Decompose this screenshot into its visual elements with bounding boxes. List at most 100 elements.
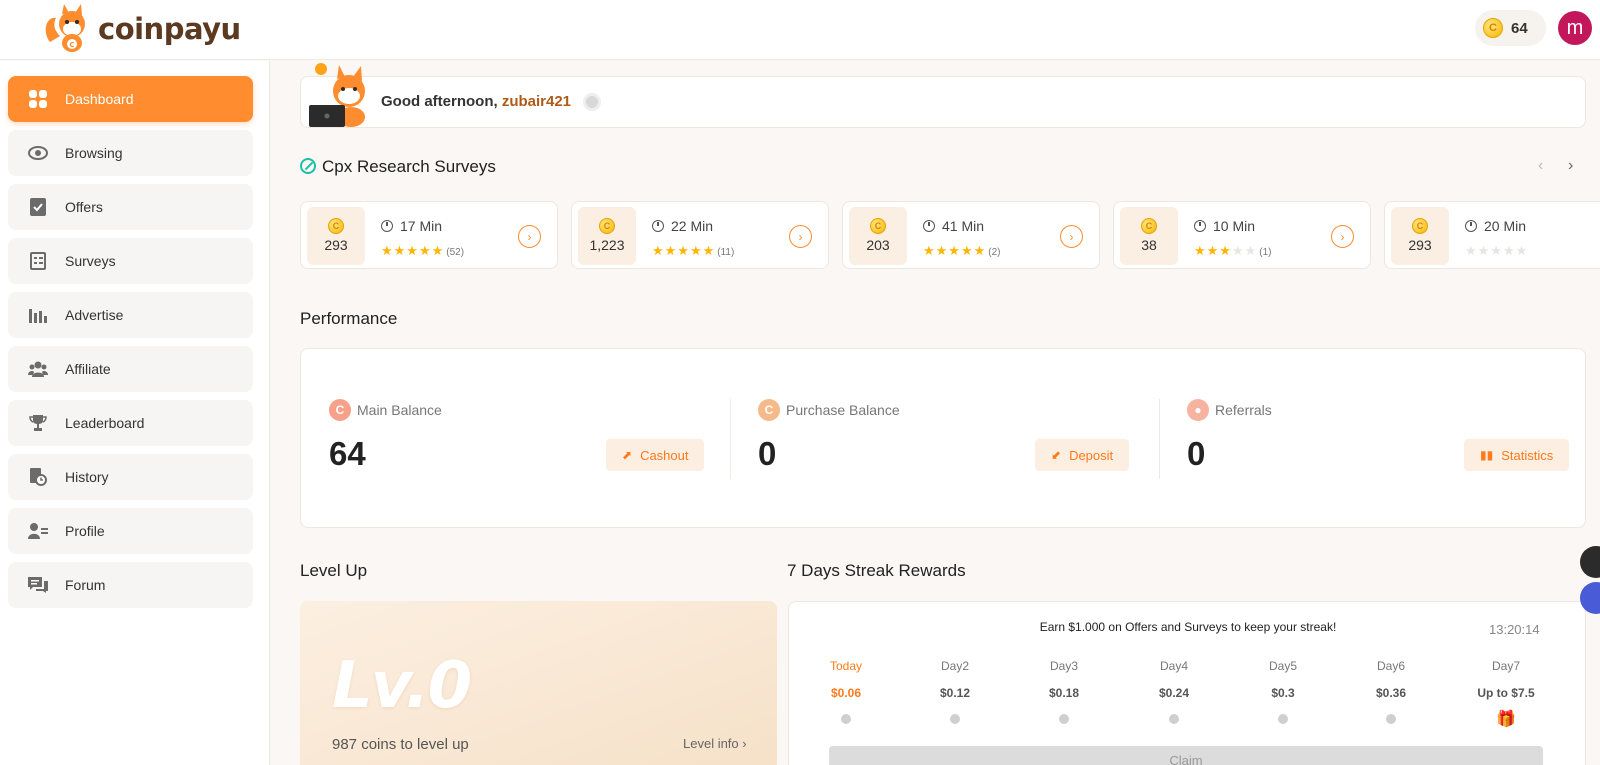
- forum-icon: [28, 575, 48, 595]
- sidebar-item-advertise[interactable]: Advertise: [8, 292, 253, 338]
- trophy-icon: [28, 413, 48, 433]
- level-badge-icon: [583, 93, 602, 112]
- logo[interactable]: C coinpayu: [42, 2, 241, 54]
- performance-title: Performance: [300, 309, 398, 328]
- referrals-value: 0: [1187, 435, 1206, 472]
- survey-card[interactable]: C 1,223 22 Min ★★★★★ (11) ›: [571, 201, 829, 269]
- sidebar-item-label: Profile: [65, 523, 105, 539]
- sidebar-item-label: Surveys: [65, 253, 116, 269]
- statistics-button[interactable]: ▮▮ Statistics: [1464, 439, 1570, 471]
- cashout-icon: ⬈: [622, 448, 633, 462]
- streak-timer: 13:20:14: [1489, 622, 1540, 637]
- survey-card[interactable]: C 203 41 Min ★★★★★ (2) ›: [842, 201, 1100, 269]
- users-icon: [28, 359, 48, 379]
- survey-card[interactable]: C 38 10 Min ★★★★★ (1) ›: [1113, 201, 1371, 269]
- sidebar-item-label: Browsing: [65, 145, 123, 161]
- open-survey-button[interactable]: ›: [518, 225, 541, 248]
- survey-reward-box: C 1,223: [578, 207, 636, 265]
- star-rating: ★★★★★ (2): [923, 243, 1001, 258]
- survey-reward-box: C 38: [1120, 207, 1178, 265]
- clock-icon: [381, 220, 393, 232]
- clock-icon: [1194, 220, 1206, 232]
- day-status-dot: [1059, 714, 1069, 724]
- sidebar-item-label: Advertise: [65, 307, 124, 323]
- deposit-button[interactable]: ⬋ Deposit: [1035, 439, 1130, 471]
- sidebar-item-browsing[interactable]: Browsing: [8, 130, 253, 176]
- streak-title: 7 Days Streak Rewards: [787, 561, 966, 580]
- survey-reward-value: 38: [1141, 237, 1157, 253]
- survey-reward-value: 293: [324, 237, 348, 253]
- cashout-button[interactable]: ⬈ Cashout: [606, 439, 705, 471]
- coin-icon: C: [1141, 218, 1157, 234]
- history-icon: [28, 467, 48, 487]
- open-survey-button[interactable]: ›: [1331, 225, 1354, 248]
- survey-reward-box: C 293: [1391, 207, 1449, 265]
- streak-card: Earn $1.000 on Offers and Surveys to kee…: [788, 601, 1586, 765]
- avatar[interactable]: m: [1558, 11, 1592, 45]
- carousel-prev-button[interactable]: ‹: [1538, 157, 1543, 175]
- survey-card[interactable]: C 293 17 Min ★★★★★ (52) ›: [300, 201, 558, 269]
- sidebar-item-dashboard[interactable]: Dashboard: [8, 76, 253, 122]
- sidebar-item-offers[interactable]: Offers: [8, 184, 253, 230]
- clock-icon: [1465, 220, 1477, 232]
- sidebar-item-label: Leaderboard: [65, 415, 145, 431]
- sidebar-item-affiliate[interactable]: Affiliate: [8, 346, 253, 392]
- open-survey-button[interactable]: ›: [1060, 225, 1083, 248]
- referrals: ● Referrals 0: [1187, 399, 1272, 473]
- survey-duration: 41 Min: [923, 218, 984, 234]
- clock-icon: [652, 220, 664, 232]
- chart-bars-icon: [28, 305, 48, 325]
- coin-icon: C: [1412, 218, 1428, 234]
- main-balance: C Main Balance 64: [329, 399, 442, 473]
- sidebar-item-label: Offers: [65, 199, 103, 215]
- sidebar-item-history[interactable]: History: [8, 454, 253, 500]
- level-up-title: Level Up: [300, 561, 368, 580]
- survey-reward-value: 203: [866, 237, 890, 253]
- survey-card[interactable]: C 293 20 Min ★★★★★: [1384, 201, 1600, 269]
- coin-icon: C: [328, 218, 344, 234]
- open-survey-button[interactable]: ›: [789, 225, 812, 248]
- performance-card: C Main Balance 64 ⬈ Cashout C Purchase Bala…: [300, 348, 1586, 528]
- survey-duration: 10 Min: [1194, 218, 1255, 234]
- apps-floating-button[interactable]: [1580, 546, 1600, 578]
- clock-icon: [923, 220, 935, 232]
- greeting-text: Good afternoon, zubair421: [381, 93, 602, 112]
- streak-day-5: Day5 $0.3: [1243, 659, 1323, 724]
- main-balance-value: 64: [329, 435, 366, 472]
- sidebar-item-leaderboard[interactable]: Leaderboard: [8, 400, 253, 446]
- top-bar: C coinpayu C 64 m: [0, 0, 1600, 60]
- sidebar-item-label: Dashboard: [65, 91, 134, 107]
- greeting-username[interactable]: zubair421: [502, 93, 571, 110]
- piggy-bank-icon: C: [329, 399, 351, 421]
- level-info-link[interactable]: Level info ›: [683, 736, 747, 751]
- survey-reward-value: 1,223: [589, 237, 625, 253]
- streak-day-today: Today $0.06: [806, 659, 886, 724]
- sidebar-item-surveys[interactable]: Surveys: [8, 238, 253, 284]
- purchase-balance: C Purchase Balance 0: [758, 399, 900, 473]
- sidebar-item-label: History: [65, 469, 109, 485]
- streak-day-4: Day4 $0.24: [1134, 659, 1214, 724]
- survey-duration: 22 Min: [652, 218, 713, 234]
- survey-reward-box: C 293: [307, 207, 365, 265]
- gift-icon: 🎁: [1496, 711, 1516, 728]
- coin-icon: C: [599, 218, 615, 234]
- claim-button[interactable]: Claim: [829, 746, 1543, 765]
- eye-icon: [28, 143, 48, 163]
- survey-reward-value: 293: [1408, 237, 1432, 253]
- divider: [1159, 399, 1160, 479]
- divider: [730, 399, 731, 479]
- coin-balance-pill[interactable]: C 64: [1475, 10, 1546, 46]
- star-rating: ★★★★★ (52): [381, 243, 465, 258]
- sidebar: Dashboard Browsing Offers Surveys Advert…: [0, 61, 270, 765]
- purchase-balance-value: 0: [758, 435, 777, 472]
- sidebar-item-profile[interactable]: Profile: [8, 508, 253, 554]
- greeting-prefix: Good afternoon,: [381, 93, 498, 110]
- coin-icon: C: [870, 218, 886, 234]
- greeting-card: Good afternoon, zubair421: [300, 63, 1586, 128]
- carousel-next-button[interactable]: ›: [1568, 157, 1573, 175]
- survey-duration: 17 Min: [381, 218, 442, 234]
- coin-icon: C: [1483, 18, 1503, 38]
- sidebar-item-forum[interactable]: Forum: [8, 562, 253, 608]
- deposit-icon: ⬋: [1051, 448, 1062, 462]
- star-rating: ★★★★★ (11): [652, 243, 735, 258]
